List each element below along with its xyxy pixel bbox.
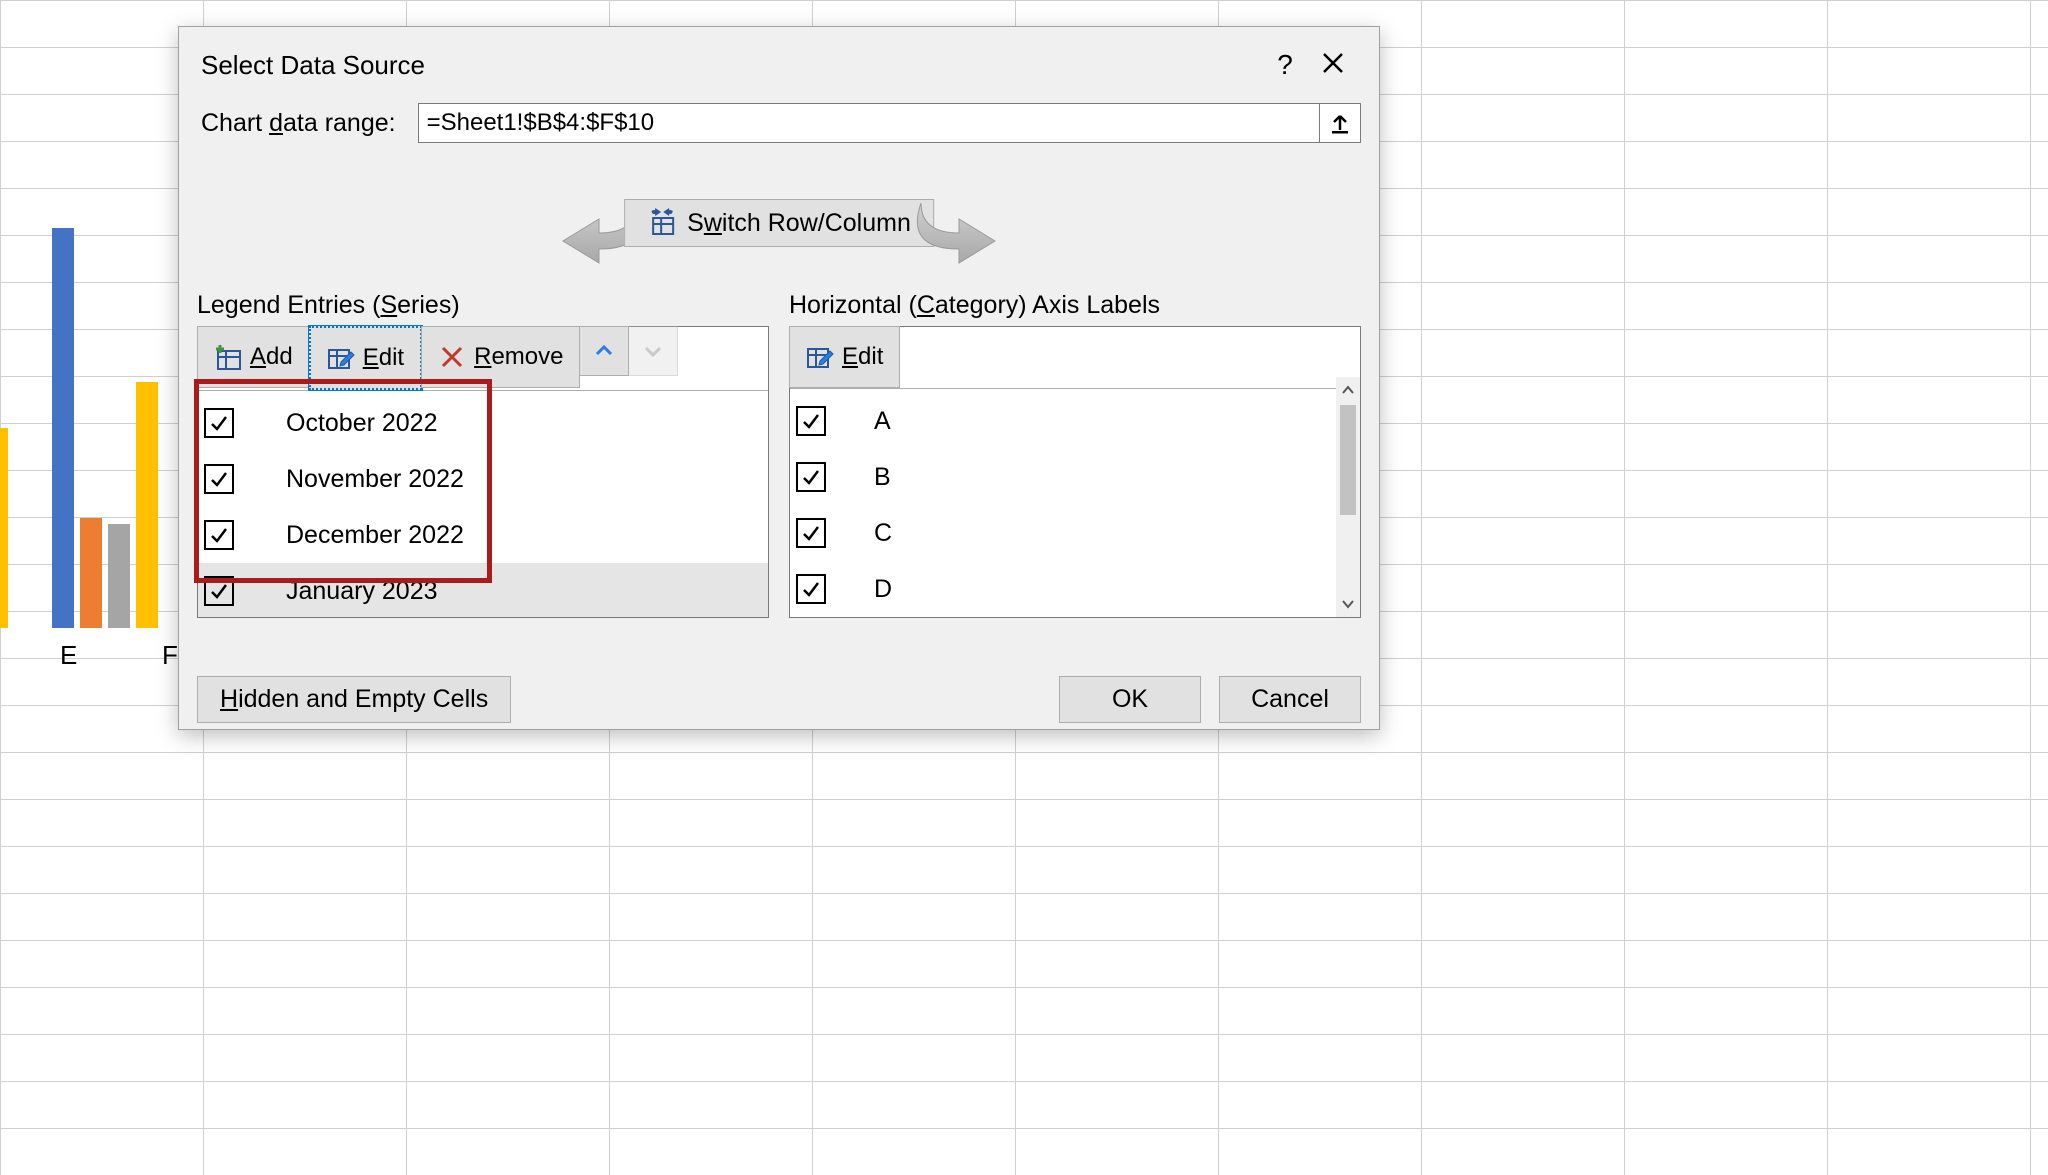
series-item-label: January 2023 [286,577,438,606]
edit-series-button[interactable]: Edit [309,326,422,390]
close-button[interactable] [1309,51,1357,79]
category-item[interactable]: D [790,561,1360,617]
chevron-up-icon [594,341,614,361]
column-letter-e: E [60,640,77,671]
range-picker-icon [1329,112,1351,134]
chart-data-range-input[interactable] [418,103,1319,143]
category-item-label: C [874,519,892,548]
edit-axis-labels-button[interactable]: Edit [789,326,900,388]
category-item-label: B [874,463,891,492]
column-letter-f: F [162,640,178,671]
legend-entries-label: Legend Entries (Series) [197,291,769,320]
close-icon [1322,52,1344,74]
checkbox-icon[interactable] [204,520,234,550]
switch-icon [647,208,677,238]
series-item-label: October 2022 [286,409,438,438]
checkbox-icon[interactable] [796,406,826,436]
remove-series-button[interactable]: Remove [421,326,580,388]
axis-labels-label: Horizontal (Category) Axis Labels [789,291,1361,320]
category-list[interactable]: ABCDE [790,389,1360,617]
category-item[interactable]: B [790,449,1360,505]
checkbox-icon[interactable] [204,576,234,606]
scroll-thumb[interactable] [1340,405,1356,515]
series-item[interactable]: January 2023 [198,563,768,617]
checkbox-icon[interactable] [796,462,826,492]
chevron-up-icon [1341,383,1355,397]
remove-icon [438,343,466,371]
select-data-source-dialog: Select Data Source ? Chart data range: [178,26,1380,730]
category-item-label: D [874,575,892,604]
move-down-button[interactable] [628,326,678,376]
edit-table-icon [806,343,834,371]
category-item[interactable]: C [790,505,1360,561]
checkbox-icon[interactable] [204,464,234,494]
checkbox-icon[interactable] [204,408,234,438]
ok-button[interactable]: OK [1059,676,1201,723]
series-item[interactable]: October 2022 [198,395,768,451]
chart-data-range-label: Chart data range: [201,109,396,138]
switch-row-column-button[interactable]: Switch Row/Column [624,199,934,247]
category-item-label: A [874,407,891,436]
collapse-dialog-button[interactable] [1319,103,1361,143]
category-scrollbar[interactable] [1336,377,1360,617]
cancel-button[interactable]: Cancel [1219,676,1361,723]
arrow-down-icon [911,193,1031,273]
series-list[interactable]: October 2022 November 2022 December 2022 Ja… [198,391,768,617]
legend-entries-box: Add Edit Remove [197,326,769,618]
hidden-empty-cells-button[interactable]: Hidden and Empty Cells [197,676,511,723]
scroll-down-button[interactable] [1336,591,1360,617]
series-item[interactable]: December 2022 [198,507,768,563]
checkbox-icon[interactable] [796,518,826,548]
dialog-titlebar: Select Data Source ? [179,27,1379,97]
edit-table-icon [327,344,355,372]
checkbox-icon[interactable] [796,574,826,604]
add-series-button[interactable]: Add [197,326,310,388]
scroll-up-button[interactable] [1336,377,1360,403]
move-up-button[interactable] [579,326,629,376]
add-table-icon [214,343,242,371]
chevron-down-icon [1341,597,1355,611]
series-item-label: December 2022 [286,521,464,550]
series-item[interactable]: November 2022 [198,451,768,507]
series-item-label: November 2022 [286,465,464,494]
axis-labels-box: Edit ABCDE [789,326,1361,618]
dialog-title: Select Data Source [201,50,1261,81]
help-button[interactable]: ? [1261,51,1309,79]
category-item[interactable]: A [790,393,1360,449]
chevron-down-icon [643,341,663,361]
